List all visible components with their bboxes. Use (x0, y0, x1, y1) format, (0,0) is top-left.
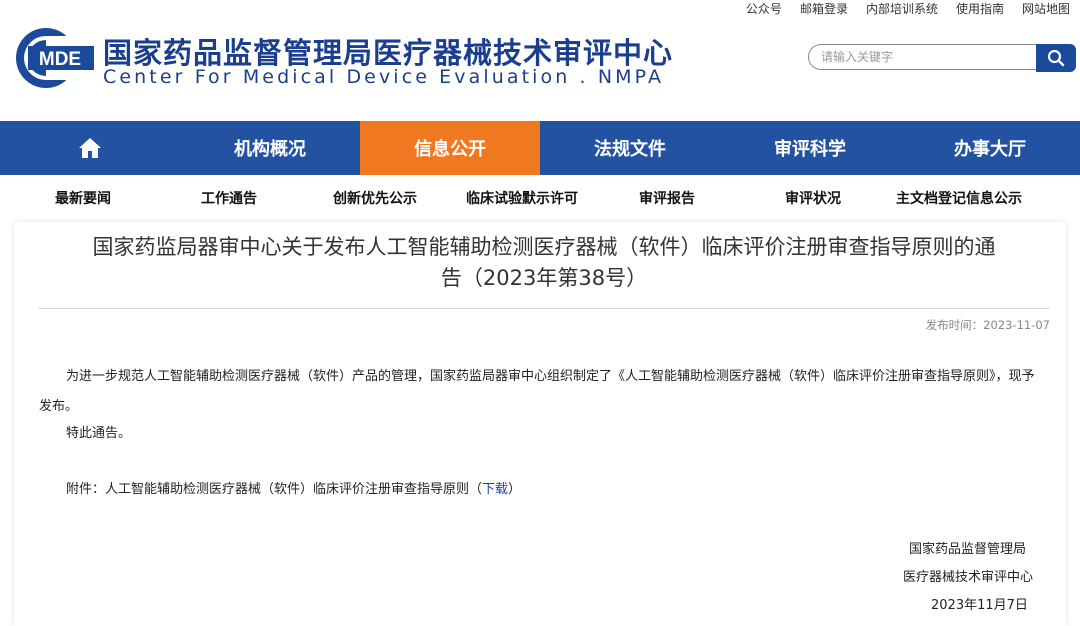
mde-logo[interactable]: MDE (14, 26, 96, 90)
logo-text: MDE (39, 49, 81, 70)
sub-nav: 最新要闻 工作通告 创新优先公示 临床试验默示许可 审评报告 审评状况 主文档登… (0, 175, 1080, 221)
nav-about[interactable]: 机构概况 (180, 121, 360, 175)
article-title-line1: 国家药监局器审中心关于发布人工智能辅助检测医疗器械（软件）临床评价注册审查指导原… (92, 235, 996, 259)
top-link-wechat[interactable]: 公众号 (746, 0, 782, 16)
top-links: 公众号 邮箱登录 内部培训系统 使用指南 网站地图 (746, 0, 1070, 16)
search-input[interactable] (808, 44, 1039, 70)
search-bar (808, 44, 1076, 72)
search-button[interactable] (1036, 44, 1076, 72)
article-paragraph-2: 特此通告。 (66, 426, 132, 441)
main-nav: 机构概况 信息公开 法规文件 审评科学 办事大厅 (0, 121, 1080, 175)
search-icon (1047, 49, 1065, 67)
article-panel: 国家药监局器审中心关于发布人工智能辅助检测医疗器械（软件）临床评价注册审查指导原… (14, 222, 1066, 626)
subnav-latest-news[interactable]: 最新要闻 (55, 188, 111, 208)
top-link-training-system[interactable]: 内部培训系统 (866, 0, 938, 16)
title-divider (38, 308, 1050, 309)
signature-date: 2023年11月7日 (931, 598, 1028, 613)
site-title-en: Center For Medical Device Evaluation . N… (103, 66, 665, 88)
subnav-innovation-priority[interactable]: 创新优先公示 (333, 188, 417, 208)
article-paragraph-1: 为进一步规范人工智能辅助检测医疗器械（软件）产品的管理，国家药监局器审中心组织制… (39, 369, 1035, 414)
attachment-suffix: ） (508, 482, 522, 497)
signature-org-1: 国家药品监督管理局 (909, 542, 1027, 557)
attachment-line: 附件：人工智能辅助检测医疗器械（软件）临床评价注册审查指导原则（下载） (39, 475, 1044, 505)
subnav-review-status[interactable]: 审评状况 (785, 188, 841, 208)
subnav-master-file-registry[interactable]: 主文档登记信息公示 (896, 188, 1022, 208)
nav-home[interactable] (0, 121, 180, 175)
nav-regulations[interactable]: 法规文件 (540, 121, 720, 175)
article-title: 国家药监局器审中心关于发布人工智能辅助检测医疗器械（软件）临床评价注册审查指导原… (44, 232, 1044, 294)
attachment-label: 附件：人工智能辅助检测医疗器械（软件）临床评价注册审查指导原则（ (66, 482, 483, 497)
subnav-review-reports[interactable]: 审评报告 (639, 188, 695, 208)
publish-date: 发布时间：2023-11-07 (925, 318, 1050, 332)
subnav-clinical-trial-permit[interactable]: 临床试验默示许可 (466, 188, 578, 208)
home-icon (79, 138, 101, 158)
top-link-sitemap[interactable]: 网站地图 (1022, 0, 1070, 16)
article-title-line2: 告（2023年第38号） (440, 266, 648, 290)
signature-org-2: 医疗器械技术审评中心 (903, 570, 1034, 585)
top-link-user-guide[interactable]: 使用指南 (956, 0, 1004, 16)
subnav-work-notices[interactable]: 工作通告 (201, 188, 257, 208)
nav-info-disclosure[interactable]: 信息公开 (360, 121, 540, 175)
top-link-email-login[interactable]: 邮箱登录 (800, 0, 848, 16)
nav-service-hall[interactable]: 办事大厅 (900, 121, 1080, 175)
nav-review-science[interactable]: 审评科学 (720, 121, 900, 175)
download-link[interactable]: 下载 (482, 482, 508, 497)
